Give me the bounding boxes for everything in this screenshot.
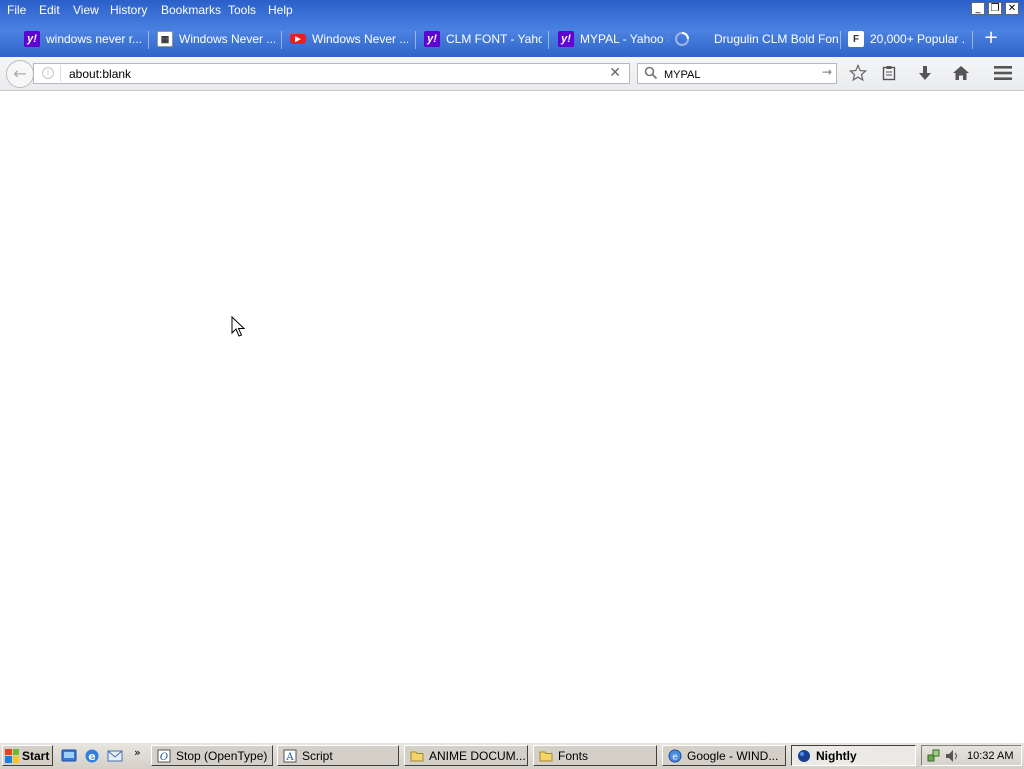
system-tray: 10:32 AM	[921, 745, 1022, 766]
menu-help[interactable]: Help	[268, 3, 293, 17]
menu-bookmarks[interactable]: Bookmarks	[161, 3, 221, 17]
reading-list-icon[interactable]	[877, 62, 901, 84]
start-button[interactable]: Start	[2, 745, 53, 766]
restore-button[interactable]: ❐	[988, 2, 1002, 15]
url-bar[interactable]: i ✕	[33, 63, 630, 84]
youtube-icon: ▶	[290, 34, 306, 44]
browser-chrome: File Edit View History Bookmarks Tools H…	[0, 0, 1024, 57]
tab-popular-fonts[interactable]: F 20,000+ Popular ...	[848, 27, 966, 51]
start-label: Start	[22, 748, 50, 763]
tab-separator	[281, 31, 282, 49]
bookmark-star-icon[interactable]	[846, 62, 870, 84]
internet-explorer-icon[interactable]: e	[84, 748, 100, 764]
tab-clm-font[interactable]: y! CLM FONT - Yaho...	[424, 27, 542, 51]
tab-drugulin-clm[interactable]: Drugulin CLM Bold Fon...	[714, 27, 839, 51]
nightly-globe-icon	[798, 749, 810, 762]
tab-label: Windows Never ...	[179, 32, 275, 46]
back-button[interactable]: ←	[6, 60, 34, 88]
yahoo-icon: y!	[558, 31, 574, 47]
navigation-toolbar: ← i ✕ →	[0, 57, 1024, 91]
browser-icon: e	[668, 749, 682, 762]
search-bar[interactable]: →	[637, 63, 837, 84]
font-site-icon: F	[848, 31, 864, 47]
taskbar-item-stop-opentype[interactable]: O Stop (OpenType)	[151, 745, 273, 766]
quick-launch-chevron-icon[interactable]: »	[134, 746, 141, 759]
tab-label: CLM FONT - Yaho...	[446, 32, 542, 46]
tab-label: MYPAL - Yahoo S...	[580, 32, 668, 46]
home-icon[interactable]	[949, 62, 973, 84]
hamburger-menu-icon[interactable]	[991, 62, 1015, 84]
task-label: Fonts	[558, 748, 589, 763]
taskbar-item-anime-docum[interactable]: ANIME DOCUM...	[404, 745, 528, 766]
tab-label: Windows Never ...	[312, 32, 408, 46]
task-label: Script	[302, 748, 333, 763]
tab-windows-never-1[interactable]: ▦ Windows Never ...	[157, 27, 275, 51]
taskbar: Start e » O Stop (OpenType) A Script ANI…	[0, 742, 1024, 769]
task-label: ANIME DOCUM...	[429, 748, 526, 763]
outlook-express-icon[interactable]	[107, 748, 123, 764]
tab-separator	[415, 31, 416, 49]
minimize-button[interactable]: _	[971, 2, 985, 15]
menu-bar: File Edit View History Bookmarks Tools H…	[0, 0, 960, 20]
clear-url-icon[interactable]: ✕	[609, 65, 621, 81]
tab-separator	[840, 31, 841, 49]
svg-text:O: O	[160, 752, 168, 763]
tab-windows-never-r[interactable]: y! windows never r...	[24, 27, 142, 51]
tab-separator	[548, 31, 549, 49]
taskbar-item-nightly[interactable]: Nightly	[791, 745, 916, 766]
taskbar-item-script[interactable]: A Script	[277, 745, 399, 766]
loading-spinner-icon	[674, 27, 692, 51]
folder-icon	[539, 751, 553, 761]
grid-favicon-icon: ▦	[157, 31, 173, 47]
volume-icon[interactable]	[945, 749, 959, 763]
window-controls: _ ❐ ✕	[971, 2, 1021, 16]
opentype-icon: O	[157, 749, 171, 763]
search-input[interactable]	[662, 65, 816, 84]
svg-text:e: e	[88, 750, 95, 763]
tab-label: Drugulin CLM Bold Fon...	[714, 32, 839, 46]
search-icon	[644, 66, 658, 80]
download-icon[interactable]	[913, 62, 937, 84]
taskbar-item-google-wind[interactable]: e Google - WIND...	[662, 745, 786, 766]
task-label: Nightly	[816, 748, 857, 763]
task-label: Stop (OpenType)	[176, 748, 268, 763]
menu-file[interactable]: File	[7, 3, 26, 17]
site-info-icon[interactable]: i	[42, 67, 54, 79]
page-content[interactable]	[0, 91, 1024, 742]
tab-separator	[972, 31, 973, 49]
menu-view[interactable]: View	[73, 3, 99, 17]
tab-label: 20,000+ Popular ...	[870, 32, 966, 46]
close-button[interactable]: ✕	[1005, 2, 1019, 15]
taskbar-item-fonts[interactable]: Fonts	[533, 745, 657, 766]
task-label: Google - WIND...	[687, 748, 779, 763]
mouse-cursor-icon	[231, 316, 245, 337]
tab-label: windows never r...	[46, 32, 142, 46]
folder-icon	[410, 751, 424, 761]
tab-mypal[interactable]: y! MYPAL - Yahoo S...	[558, 27, 668, 51]
show-desktop-icon[interactable]	[61, 748, 77, 764]
url-input[interactable]	[60, 65, 609, 82]
network-icon[interactable]	[927, 749, 941, 763]
windows-flag-icon	[5, 748, 19, 763]
svg-text:A: A	[285, 752, 294, 763]
tab-windows-never-2[interactable]: ▶ Windows Never ...	[290, 27, 408, 51]
font-icon: A	[283, 749, 297, 763]
new-tab-button[interactable]: +	[983, 29, 999, 47]
yahoo-icon: y!	[424, 31, 440, 47]
search-go-arrow-icon[interactable]: →	[822, 65, 832, 79]
menu-tools[interactable]: Tools	[228, 3, 256, 17]
yahoo-icon: y!	[24, 31, 40, 47]
clock[interactable]: 10:32 AM	[967, 750, 1013, 762]
menu-edit[interactable]: Edit	[39, 3, 60, 17]
tab-separator	[148, 31, 149, 49]
svg-text:e: e	[672, 752, 678, 762]
menu-history[interactable]: History	[110, 3, 147, 17]
tab-strip: y! windows never r... ▦ Windows Never ..…	[0, 27, 1024, 51]
